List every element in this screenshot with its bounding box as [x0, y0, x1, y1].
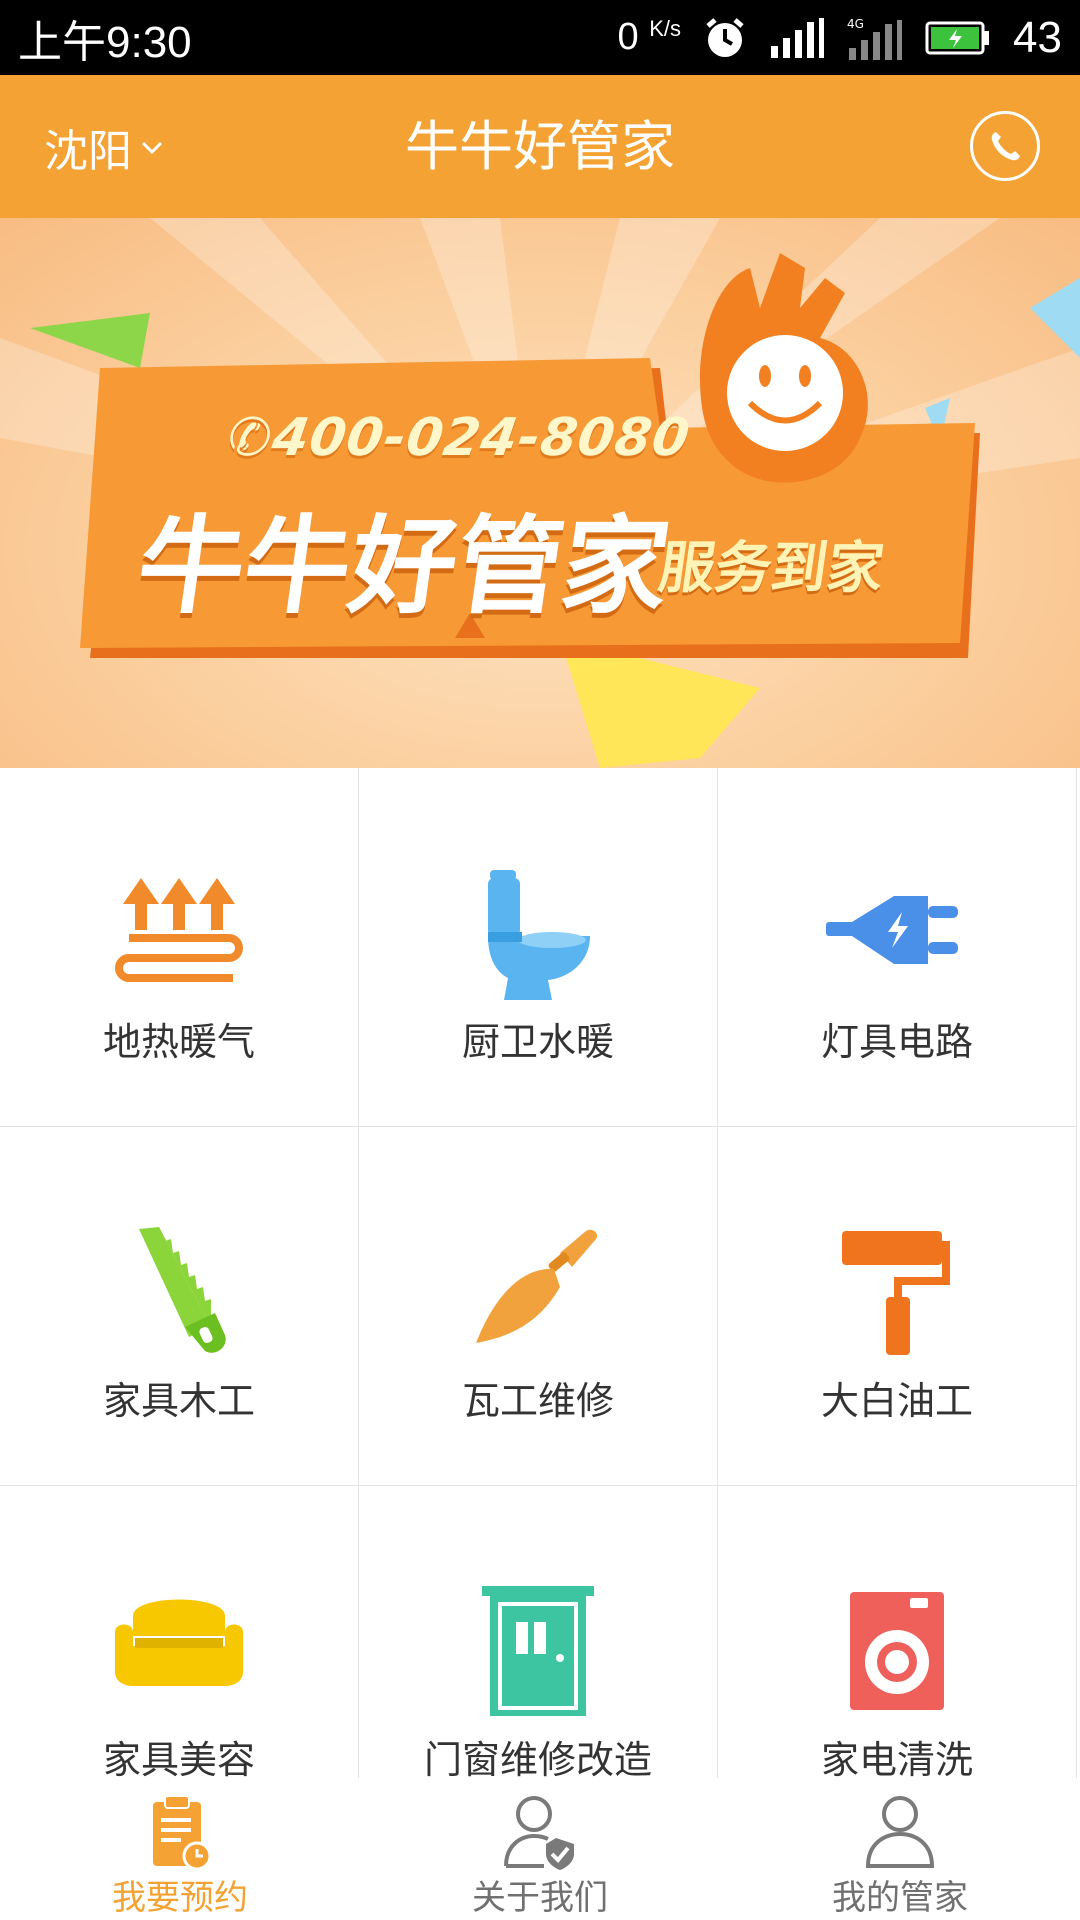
- service-doors-windows[interactable]: 门窗维修改造: [359, 1486, 718, 1778]
- banner-subtitle: 服务到家: [654, 536, 888, 601]
- service-label: 地热暖气: [102, 1020, 255, 1064]
- washing-machine-icon: [850, 1592, 944, 1710]
- service-carpentry[interactable]: 家具木工: [0, 1127, 359, 1486]
- tab-label: 关于我们: [472, 1878, 608, 1918]
- sofa-icon: [115, 1599, 243, 1686]
- service-label: 灯具电路: [820, 1020, 973, 1064]
- service-label: 大白油工: [820, 1379, 973, 1423]
- service-label: 厨卫水暖: [461, 1020, 614, 1064]
- signal-4g-icon: 4G: [847, 16, 903, 60]
- service-plumbing[interactable]: 厨卫水暖: [359, 768, 718, 1127]
- promo-banner[interactable]: ✆400-024-8080 牛牛好管家 服务到家: [0, 218, 1080, 768]
- service-label: 门窗维修改造: [423, 1738, 652, 1778]
- battery-icon: [925, 20, 991, 56]
- paint-roller-icon: [842, 1231, 950, 1355]
- bottom-nav: 我要预约 关于我们 我的管家: [0, 1778, 1080, 1920]
- service-label: 家电清洗: [820, 1738, 973, 1778]
- service-appliance-cleaning[interactable]: 家电清洗: [718, 1486, 1077, 1778]
- page-title: 牛牛好管家: [405, 115, 675, 178]
- saw-icon: [139, 1227, 226, 1353]
- trowel-icon: [476, 1229, 598, 1343]
- floor-heating-icon: [115, 878, 243, 982]
- service-grid: 地热暖气 厨卫水暖 灯具电路 家具木工 瓦工维修 大白油工 家具美容 门窗维修改…: [0, 768, 1080, 1778]
- tab-my-butler[interactable]: 我的管家: [720, 1778, 1080, 1920]
- status-time: 上午9:30: [18, 17, 192, 67]
- service-label: 家具木工: [102, 1379, 255, 1423]
- tab-label: 我的管家: [832, 1878, 968, 1918]
- service-floor-heating[interactable]: 地热暖气: [0, 768, 359, 1127]
- svg-text:4G: 4G: [847, 17, 864, 31]
- tab-about-us[interactable]: 关于我们: [360, 1778, 720, 1920]
- service-furniture-care[interactable]: 家具美容: [0, 1486, 359, 1778]
- service-painting[interactable]: 大白油工: [718, 1127, 1077, 1486]
- app-header: 沈阳 牛牛好管家: [0, 75, 1080, 218]
- toilet-icon: [488, 870, 590, 1000]
- service-masonry[interactable]: 瓦工维修: [359, 1127, 718, 1486]
- tab-appointment[interactable]: 我要预约: [0, 1778, 360, 1920]
- appointment-icon: [153, 1795, 212, 1871]
- banner-phone-number: ✆400-024-8080: [223, 408, 694, 468]
- service-label: 家具美容: [102, 1738, 255, 1778]
- plug-icon: [826, 896, 958, 964]
- battery-percent: 43: [1013, 12, 1062, 62]
- alarm-icon: [703, 16, 747, 60]
- about-us-icon: [504, 1796, 574, 1870]
- network-speed: 0 K/s: [617, 16, 682, 58]
- call-button[interactable]: [970, 111, 1040, 181]
- my-butler-icon: [865, 1796, 935, 1868]
- service-electrical[interactable]: 灯具电路: [718, 768, 1077, 1127]
- signal-icon: [769, 17, 825, 58]
- service-label: 瓦工维修: [461, 1379, 614, 1423]
- banner-title: 牛牛好管家: [130, 505, 678, 628]
- status-bar: 上午9:30 0 K/s 4G 43: [0, 0, 1080, 75]
- door-icon: [482, 1586, 594, 1716]
- tab-label: 我要预约: [112, 1878, 248, 1918]
- phone-icon: [991, 132, 1020, 161]
